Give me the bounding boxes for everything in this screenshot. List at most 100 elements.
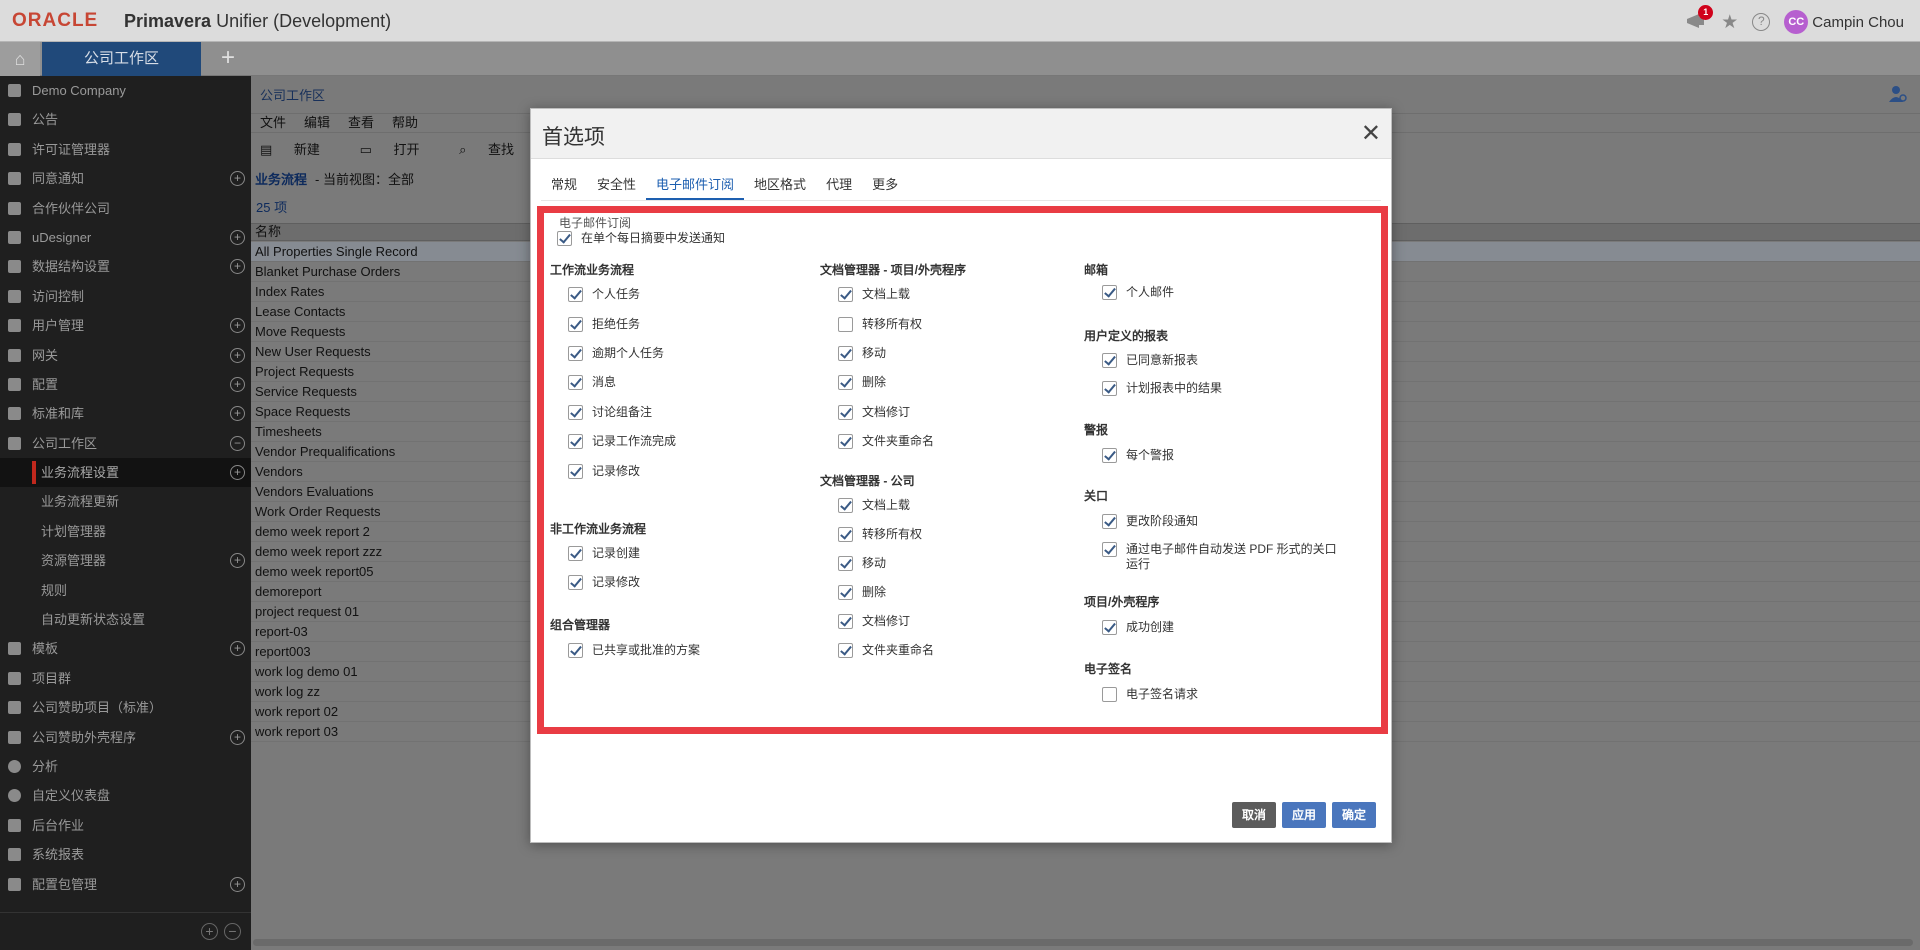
checked-checkbox-icon[interactable] bbox=[838, 585, 853, 600]
tab-5[interactable]: 更多 bbox=[862, 171, 908, 201]
sidebar-item[interactable]: 自动更新状态设置 bbox=[0, 605, 251, 634]
subscription-checkbox[interactable]: 已共享或批准的方案 bbox=[568, 643, 700, 658]
subscription-checkbox[interactable]: 文档修订 bbox=[838, 614, 910, 629]
sidebar-item[interactable]: 项目群 bbox=[0, 664, 251, 693]
subscription-checkbox[interactable]: 在单个每日摘要中发送通知 bbox=[557, 231, 725, 246]
subscription-checkbox[interactable]: 记录工作流完成 bbox=[568, 434, 676, 449]
checked-checkbox-icon[interactable] bbox=[1102, 542, 1117, 557]
user-name[interactable]: Campin Chou bbox=[1812, 14, 1904, 31]
checked-checkbox-icon[interactable] bbox=[568, 375, 583, 390]
checked-checkbox-icon[interactable] bbox=[838, 498, 853, 513]
subscription-checkbox[interactable]: 讨论组备注 bbox=[568, 405, 652, 420]
home-icon[interactable]: ⌂ bbox=[0, 42, 40, 76]
sidebar-item[interactable]: 用户管理 + bbox=[0, 311, 251, 340]
sidebar-item[interactable]: 公司赞助项目（标准） bbox=[0, 693, 251, 722]
checked-checkbox-icon[interactable] bbox=[838, 346, 853, 361]
tab-0[interactable]: 常规 bbox=[541, 171, 587, 201]
subscription-checkbox[interactable]: 记录修改 bbox=[568, 575, 640, 590]
checked-checkbox-icon[interactable] bbox=[838, 375, 853, 390]
view-label[interactable]: 业务流程 bbox=[255, 172, 307, 187]
add-icon[interactable]: + bbox=[230, 641, 245, 657]
checked-checkbox-icon[interactable] bbox=[838, 405, 853, 420]
sidebar-item[interactable]: 模板 + bbox=[0, 634, 251, 663]
subscription-checkbox[interactable]: 电子签名请求 bbox=[1102, 687, 1198, 702]
menu-help[interactable]: 帮助 bbox=[392, 115, 418, 130]
subscription-checkbox[interactable]: 移动 bbox=[838, 346, 886, 361]
add-icon[interactable]: + bbox=[230, 318, 245, 334]
menu-view[interactable]: 查看 bbox=[348, 115, 374, 130]
sidebar-item[interactable]: 资源管理器 + bbox=[0, 546, 251, 575]
subscription-checkbox[interactable]: 文档上载 bbox=[838, 287, 910, 302]
sidebar-item[interactable]: 公司赞助外壳程序 + bbox=[0, 723, 251, 752]
sidebar-item[interactable]: 业务流程设置 + bbox=[0, 458, 251, 488]
checked-checkbox-icon[interactable] bbox=[838, 556, 853, 571]
checked-checkbox-icon[interactable] bbox=[838, 287, 853, 302]
tab-3[interactable]: 地区格式 bbox=[744, 171, 816, 201]
close-icon[interactable]: ✕ bbox=[1361, 119, 1381, 148]
subscription-checkbox[interactable]: 文档上载 bbox=[838, 498, 910, 513]
find-button[interactable]: ⌕ 查找 bbox=[459, 142, 532, 157]
subscription-checkbox[interactable]: 更改阶段通知 bbox=[1102, 514, 1198, 529]
avatar[interactable]: CC bbox=[1784, 10, 1809, 34]
checked-checkbox-icon[interactable] bbox=[1102, 514, 1117, 529]
subscription-checkbox[interactable]: 通过电子邮件自动发送 PDF 形式的关口运行 bbox=[1102, 542, 1342, 572]
subscription-checkbox[interactable]: 转移所有权 bbox=[838, 317, 922, 332]
sidebar-item[interactable]: 后台作业 bbox=[0, 811, 251, 840]
favorites-star-icon[interactable]: ★ bbox=[1721, 11, 1738, 34]
subscription-checkbox[interactable]: 消息 bbox=[568, 375, 616, 390]
tab-4[interactable]: 代理 bbox=[816, 171, 862, 201]
ok-button[interactable]: 确定 bbox=[1331, 802, 1376, 828]
checked-checkbox-icon[interactable] bbox=[838, 614, 853, 629]
help-icon[interactable]: ? bbox=[1752, 13, 1771, 31]
unchecked-checkbox-icon[interactable] bbox=[838, 317, 853, 332]
checked-checkbox-icon[interactable] bbox=[838, 434, 853, 449]
sidebar-item[interactable]: 公告 bbox=[0, 105, 251, 134]
subscription-checkbox[interactable]: 文件夹重命名 bbox=[838, 643, 934, 658]
checked-checkbox-icon[interactable] bbox=[1102, 353, 1117, 368]
sidebar-item[interactable]: uDesigner + bbox=[0, 223, 251, 252]
tab-2[interactable]: 电子邮件订阅 bbox=[646, 171, 745, 201]
apply-button[interactable]: 应用 bbox=[1281, 802, 1326, 828]
checked-checkbox-icon[interactable] bbox=[568, 317, 583, 332]
sidebar-item[interactable]: 许可证管理器 bbox=[0, 135, 251, 164]
checked-checkbox-icon[interactable] bbox=[1102, 620, 1117, 635]
sidebar-item[interactable]: 配置包管理 + bbox=[0, 870, 251, 899]
checked-checkbox-icon[interactable] bbox=[568, 546, 583, 561]
subscription-checkbox[interactable]: 移动 bbox=[838, 556, 886, 571]
add-tab-button[interactable]: + bbox=[214, 42, 242, 76]
add-icon[interactable]: + bbox=[230, 465, 245, 481]
sidebar-item[interactable]: 网关 + bbox=[0, 341, 251, 370]
checked-checkbox-icon[interactable] bbox=[1102, 285, 1117, 300]
checked-checkbox-icon[interactable] bbox=[568, 575, 583, 590]
add-icon[interactable]: + bbox=[230, 347, 245, 363]
add-icon[interactable]: + bbox=[230, 876, 245, 892]
notifications-icon[interactable]: 1 bbox=[1685, 5, 1714, 32]
sidebar-item[interactable]: 配置 + bbox=[0, 370, 251, 399]
subscription-checkbox[interactable]: 记录创建 bbox=[568, 546, 640, 561]
sidebar-item[interactable]: 访问控制 bbox=[0, 282, 251, 311]
subscription-checkbox[interactable]: 个人邮件 bbox=[1102, 285, 1174, 300]
add-icon[interactable]: + bbox=[230, 259, 245, 275]
sidebar-item[interactable]: 标准和库 + bbox=[0, 399, 251, 428]
add-icon[interactable]: + bbox=[230, 729, 245, 745]
checked-checkbox-icon[interactable] bbox=[568, 346, 583, 361]
new-button[interactable]: ▤ 新建 bbox=[260, 142, 338, 157]
collapse-icon[interactable]: − bbox=[230, 435, 245, 451]
menu-file[interactable]: 文件 bbox=[260, 115, 286, 130]
subscription-checkbox[interactable]: 已同意新报表 bbox=[1102, 353, 1198, 368]
add-icon[interactable]: + bbox=[230, 406, 245, 422]
menu-edit[interactable]: 编辑 bbox=[304, 115, 330, 130]
open-button[interactable]: ▭ 打开 bbox=[360, 142, 438, 157]
checked-checkbox-icon[interactable] bbox=[1102, 381, 1117, 396]
sidebar-item[interactable]: 系统报表 bbox=[0, 840, 251, 869]
tab-company-workspace[interactable]: 公司工作区 bbox=[42, 42, 201, 76]
add-icon[interactable]: + bbox=[230, 553, 245, 569]
subscription-checkbox[interactable]: 删除 bbox=[838, 585, 886, 600]
sidebar-item[interactable]: 自定义仪表盘 bbox=[0, 781, 251, 810]
horizontal-scrollbar[interactable] bbox=[253, 939, 1913, 946]
checked-checkbox-icon[interactable] bbox=[568, 643, 583, 658]
subscription-checkbox[interactable]: 记录修改 bbox=[568, 464, 640, 479]
sidebar-item[interactable]: 同意通知 + bbox=[0, 164, 251, 193]
sidebar-item[interactable]: 分析 bbox=[0, 752, 251, 781]
subscription-checkbox[interactable]: 计划报表中的结果 bbox=[1102, 381, 1222, 396]
